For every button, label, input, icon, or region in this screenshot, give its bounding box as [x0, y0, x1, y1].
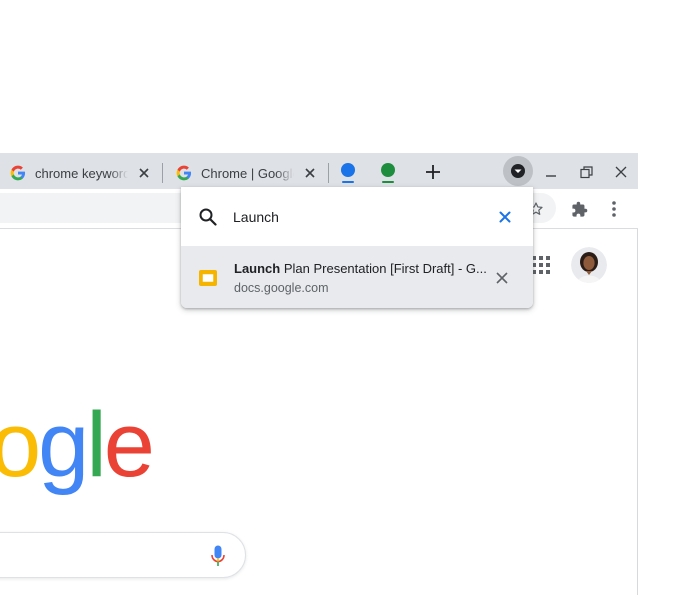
logo-letter-g: g: [38, 394, 89, 496]
new-tab-button[interactable]: [422, 161, 444, 183]
microphone-icon[interactable]: [211, 545, 225, 567]
plus-icon: [426, 165, 440, 179]
tab-strip: chrome keywords Chrome | Google: [0, 153, 638, 189]
google-logo: ogle: [0, 399, 155, 491]
tab-search-button[interactable]: [503, 156, 533, 186]
restore-button[interactable]: [575, 161, 597, 183]
minimize-button[interactable]: [540, 161, 562, 183]
screenshot-stage: chrome keywords Chrome | Google ogle Lau…: [0, 0, 700, 595]
result-title-match: Launch: [234, 261, 281, 276]
google-g-icon: [10, 165, 26, 181]
tab-group-green-dot[interactable]: [381, 163, 395, 177]
tab-separator: [328, 163, 329, 183]
puzzle-piece-icon: [571, 201, 587, 217]
close-icon[interactable]: [302, 165, 318, 181]
search-icon: [199, 208, 217, 226]
logo-letter-e: e: [103, 394, 155, 496]
profile-photo-icon: [571, 247, 607, 283]
chevron-down-circle-icon: [511, 164, 525, 178]
tab-search-result[interactable]: Launch Plan Presentation [First Draft] -…: [181, 247, 533, 308]
tab-separator: [162, 163, 163, 183]
logo-letter-o: o: [0, 394, 41, 496]
close-icon[interactable]: [136, 165, 152, 181]
more-vert-icon: [612, 201, 616, 217]
google-apps-icon[interactable]: [531, 255, 551, 275]
extensions-button[interactable]: [569, 199, 589, 219]
tab-chrome-google[interactable]: Chrome | Google: [166, 157, 326, 189]
tab-group-green-underline: [382, 181, 394, 183]
tab-group-blue-underline: [342, 181, 354, 183]
google-slides-icon: [199, 270, 217, 286]
close-icon: [615, 166, 627, 178]
result-title: Launch Plan Presentation [First Draft] -…: [234, 261, 491, 276]
logo-letter-l: l: [86, 394, 107, 496]
google-search-box[interactable]: [0, 532, 246, 578]
avatar[interactable]: [571, 247, 607, 283]
tab-search-field-row: [181, 187, 533, 247]
google-g-icon: [176, 165, 192, 181]
minimize-icon: [546, 175, 556, 177]
close-icon[interactable]: [495, 271, 509, 285]
tab-chrome-keywords[interactable]: chrome keywords: [0, 157, 160, 189]
clear-search-icon[interactable]: [499, 211, 511, 223]
tab-search-popup: Launch Plan Presentation [First Draft] -…: [181, 187, 533, 308]
tab-group-blue-dot[interactable]: [341, 163, 355, 177]
menu-button[interactable]: [606, 199, 622, 219]
tab-title: Chrome | Google: [201, 165, 295, 181]
result-title-rest: Plan Presentation [First Draft] - G...: [280, 261, 487, 276]
tab-search-input[interactable]: [233, 206, 483, 228]
tab-title: chrome keywords: [35, 165, 129, 181]
close-window-button[interactable]: [610, 161, 632, 183]
restore-icon: [579, 165, 593, 178]
result-url: docs.google.com: [234, 281, 329, 295]
